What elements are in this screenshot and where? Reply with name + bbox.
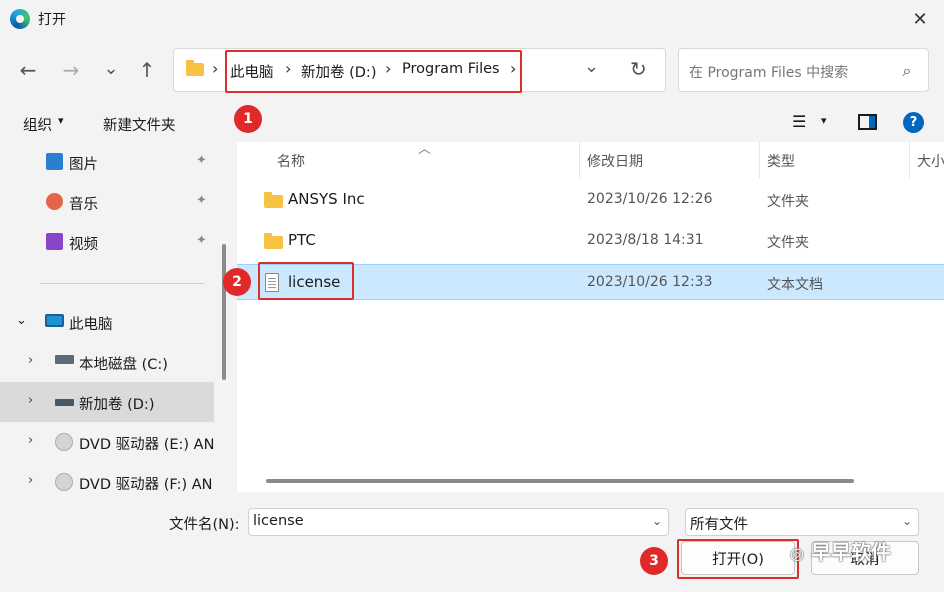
horizontal-scrollbar[interactable] <box>266 479 854 483</box>
sidebar-divider <box>40 283 204 284</box>
dvd-icon <box>55 433 73 451</box>
pin-icon: ✦ <box>196 153 207 168</box>
chevron-down-icon[interactable]: ⌄ <box>652 514 662 528</box>
step-badge-3: 3 <box>640 547 668 575</box>
file-modified: 2023/10/26 12:26 <box>587 191 713 207</box>
file-type: 文件夹 <box>767 194 809 210</box>
organize-dropdown-icon[interactable]: ▾ <box>58 114 64 127</box>
chevron-right-icon[interactable]: › <box>28 473 33 488</box>
file-type: 文件夹 <box>767 235 809 251</box>
title-bar: 打开 ✕ <box>0 0 944 38</box>
file-type-filter-value[interactable]: 所有文件 <box>690 513 748 534</box>
sidebar-item-drive-c[interactable]: › 本地磁盘 (C:) <box>0 342 214 382</box>
column-header-name[interactable]: 名称 <box>277 151 305 171</box>
pin-icon: ✦ <box>196 193 207 208</box>
command-bar: 组织 ▾ 新建文件夹 ☰ ▾ ? <box>0 104 944 142</box>
sidebar-scrollbar[interactable] <box>222 244 226 380</box>
help-icon[interactable]: ? <box>903 112 924 133</box>
forward-button[interactable]: → <box>56 55 86 85</box>
drive-icon <box>55 355 74 364</box>
step-badge-1: 1 <box>234 105 262 133</box>
sidebar-item-videos[interactable]: 视频 ✦ <box>0 222 214 262</box>
chevron-down-icon[interactable]: ⌄ <box>902 514 912 528</box>
folder-icon <box>264 233 283 249</box>
view-dropdown-icon[interactable]: ▾ <box>821 114 827 127</box>
column-header-type[interactable]: 类型 <box>767 151 795 171</box>
drive-icon <box>55 399 74 406</box>
sidebar-item-label: DVD 驱动器 (F:) AN <box>79 477 213 492</box>
refresh-button[interactable]: ↻ <box>630 57 647 81</box>
organize-button[interactable]: 组织 <box>23 114 52 135</box>
dvd-icon <box>55 473 73 491</box>
file-name: PTC <box>288 231 316 249</box>
sidebar-item-dvd-e[interactable]: › DVD 驱动器 (E:) AN <box>0 422 214 462</box>
up-button[interactable]: ↑ <box>132 55 162 85</box>
pictures-icon <box>46 153 63 170</box>
back-button[interactable]: ← <box>13 55 43 85</box>
annotation-highlight-path <box>225 50 522 93</box>
videos-icon <box>46 233 63 250</box>
step-badge-2: 2 <box>223 268 251 296</box>
filename-value[interactable]: license <box>253 513 304 529</box>
file-row-ptc[interactable]: PTC 2023/8/18 14:31 文件夹 <box>237 223 944 259</box>
filename-label: 文件名(N): <box>169 517 240 533</box>
chevron-right-icon[interactable]: › <box>28 393 33 408</box>
column-header-size[interactable]: 大小 <box>917 151 944 171</box>
close-button[interactable]: ✕ <box>904 4 936 34</box>
search-input[interactable]: 在 Program Files 中搜索 <box>689 62 848 82</box>
computer-icon <box>45 314 64 327</box>
annotation-highlight-open <box>677 539 799 579</box>
sidebar-item-pictures[interactable]: 图片 ✦ <box>0 142 214 182</box>
column-separator[interactable] <box>579 142 580 178</box>
sidebar-item-label: 新加卷 (D:) <box>79 397 155 413</box>
chevron-down-icon[interactable]: ⌄ <box>16 313 27 328</box>
edge-app-icon <box>10 9 30 29</box>
folder-icon <box>186 60 204 76</box>
recent-locations-button[interactable]: ⌄ <box>96 53 126 83</box>
chevron-right-icon[interactable]: › <box>28 353 33 368</box>
sidebar-item-this-pc[interactable]: ⌄ 此电脑 <box>0 302 214 342</box>
file-type: 文本文档 <box>767 277 823 293</box>
sidebar-item-label: 图片 <box>69 157 98 173</box>
sidebar-item-label: 音乐 <box>69 197 98 213</box>
file-type-filter[interactable]: 所有文件 ⌄ <box>685 508 919 536</box>
address-dropdown-button[interactable]: ⌄ <box>584 56 599 77</box>
window-title: 打开 <box>38 12 66 28</box>
preview-pane-icon[interactable] <box>858 114 877 130</box>
sidebar-item-label: DVD 驱动器 (E:) AN <box>79 437 215 453</box>
view-menu-icon[interactable]: ☰ <box>792 112 806 131</box>
column-header-modified[interactable]: 修改日期 <box>587 151 643 171</box>
sidebar-item-label: 视频 <box>69 237 98 253</box>
file-row-ansys[interactable]: ANSYS Inc 2023/10/26 12:26 文件夹 <box>237 182 944 218</box>
column-separator[interactable] <box>909 142 910 178</box>
file-list: 名称 ︿ 修改日期 类型 大小 ANSYS Inc 2023/10/26 12:… <box>237 142 944 492</box>
pin-icon: ✦ <box>196 233 207 248</box>
search-icon[interactable]: ⌕ <box>897 61 917 81</box>
watermark-text: 早早软件 <box>810 540 891 564</box>
search-box[interactable]: 在 Program Files 中搜索 ⌕ <box>678 48 929 92</box>
annotation-highlight-file <box>258 262 354 300</box>
filename-input[interactable]: license ⌄ <box>248 508 669 536</box>
wechat-icon: ◎ <box>790 544 804 563</box>
column-separator[interactable] <box>759 142 760 178</box>
chevron-right-icon[interactable]: › <box>28 433 33 448</box>
file-name: ANSYS Inc <box>288 190 365 208</box>
sort-ascending-icon: ︿ <box>418 142 432 157</box>
file-modified: 2023/8/18 14:31 <box>587 232 704 248</box>
sidebar-item-label: 此电脑 <box>69 317 113 333</box>
folder-icon <box>264 192 283 208</box>
watermark: ◎ 早早软件 <box>790 536 891 565</box>
new-folder-button[interactable]: 新建文件夹 <box>103 114 176 135</box>
sidebar-item-music[interactable]: 音乐 ✦ <box>0 182 214 222</box>
navigation-pane: 图片 ✦ 音乐 ✦ 视频 ✦ ⌄ 此电脑 › 本地磁盘 (C:) › 新加卷 (… <box>0 142 232 492</box>
music-icon <box>46 193 63 210</box>
file-modified: 2023/10/26 12:33 <box>587 274 713 290</box>
sidebar-item-dvd-f[interactable]: › DVD 驱动器 (F:) AN <box>0 462 214 492</box>
sidebar-item-label: 本地磁盘 (C:) <box>79 357 168 373</box>
sidebar-item-drive-d[interactable]: › 新加卷 (D:) <box>0 382 214 422</box>
breadcrumb-separator: › <box>212 59 219 78</box>
